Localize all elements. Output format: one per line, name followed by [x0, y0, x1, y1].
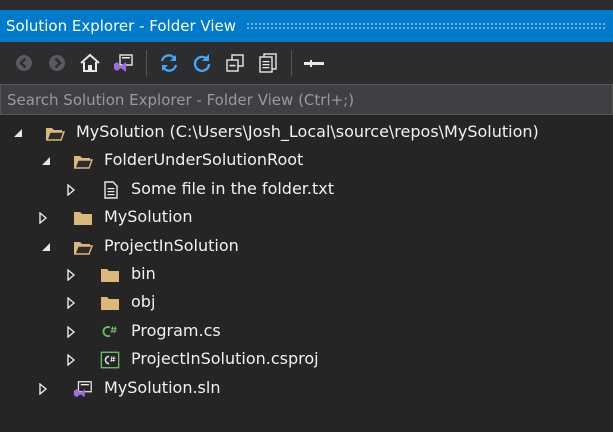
title-bar[interactable]: Solution Explorer - Folder View	[0, 10, 613, 42]
collapse-all-icon	[226, 54, 244, 72]
title-grip[interactable]	[246, 21, 607, 31]
back-icon	[16, 55, 32, 71]
collapsed-arrow-icon[interactable]	[64, 353, 78, 367]
solution-file-icon	[73, 379, 93, 399]
tree-item-label: ProjectInSolution	[104, 235, 239, 255]
switch-views-icon	[114, 54, 133, 72]
collapse-all-button[interactable]	[221, 49, 249, 77]
window-title: Solution Explorer - Folder View	[6, 17, 236, 35]
tree-item-label: Some file in the folder.txt	[131, 178, 335, 198]
pin-button[interactable]	[300, 49, 328, 77]
toolbar	[0, 42, 613, 84]
switch-views-button[interactable]	[109, 49, 137, 77]
refresh-button[interactable]	[188, 49, 216, 77]
folder-open-icon	[73, 237, 93, 257]
tree-item-folder[interactable]: ProjectInSolution	[0, 233, 613, 261]
tree-item-label: bin	[131, 263, 156, 283]
text-file-icon	[101, 180, 121, 200]
forward-icon	[49, 55, 65, 71]
tree-item-label: obj	[131, 292, 156, 312]
refresh-icon	[193, 54, 211, 73]
tree-item-file[interactable]: Some file in the folder.txt	[0, 176, 613, 204]
show-all-files-button[interactable]	[254, 49, 282, 77]
collapsed-arrow-icon[interactable]	[36, 382, 50, 396]
toolbar-separator	[291, 50, 292, 76]
toolbar-separator	[146, 50, 147, 76]
tree-item-file[interactable]: ProjectInSolution.csproj	[0, 346, 613, 374]
solution-tree: MySolution (C:\Users\Josh_Local\source\r…	[0, 119, 613, 403]
back-button[interactable]	[10, 49, 38, 77]
folder-icon	[100, 265, 120, 285]
tree-item-label: MySolution (C:\Users\Josh_Local\source\r…	[76, 122, 539, 141]
search-input[interactable]	[1, 84, 612, 115]
folder-icon	[100, 293, 120, 313]
tree-item-folder[interactable]: bin	[0, 261, 613, 289]
tree-item-label: Program.cs	[131, 320, 221, 340]
expanded-arrow-icon[interactable]	[39, 154, 53, 168]
sync-icon	[160, 54, 178, 72]
tree-item-label: FolderUnderSolutionRoot	[104, 150, 304, 170]
tree-item-label: MySolution.sln	[104, 377, 221, 397]
csproj-file-icon	[100, 350, 120, 370]
tree-item-folder[interactable]: obj	[0, 289, 613, 317]
collapsed-arrow-icon[interactable]	[36, 211, 50, 225]
tree-item-label: MySolution	[104, 207, 193, 227]
folder-icon	[73, 208, 93, 228]
search-box[interactable]	[0, 84, 613, 115]
collapsed-arrow-icon[interactable]	[64, 325, 78, 339]
home-icon	[80, 53, 100, 72]
tree-item-file[interactable]: Program.cs	[0, 318, 613, 346]
tree-item-solution-root[interactable]: MySolution (C:\Users\Josh_Local\source\r…	[0, 119, 613, 147]
tree-item-folder[interactable]: FolderUnderSolutionRoot	[0, 147, 613, 175]
csharp-file-icon	[100, 322, 120, 342]
folder-open-icon	[73, 151, 93, 171]
collapsed-arrow-icon[interactable]	[64, 268, 78, 282]
expanded-arrow-icon[interactable]	[39, 240, 53, 254]
window-top-edge	[0, 0, 613, 10]
expanded-arrow-icon[interactable]	[11, 126, 25, 140]
sync-button[interactable]	[155, 49, 183, 77]
pin-icon	[304, 60, 324, 67]
home-button[interactable]	[76, 49, 104, 77]
tree-item-folder[interactable]: MySolution	[0, 204, 613, 232]
folder-open-icon	[45, 123, 65, 143]
show-all-files-icon	[259, 53, 277, 73]
tree-item-file[interactable]: MySolution.sln	[0, 375, 613, 403]
collapsed-arrow-icon[interactable]	[64, 183, 78, 197]
collapsed-arrow-icon[interactable]	[64, 296, 78, 310]
tree-item-label: ProjectInSolution.csproj	[131, 349, 319, 369]
forward-button[interactable]	[43, 49, 71, 77]
